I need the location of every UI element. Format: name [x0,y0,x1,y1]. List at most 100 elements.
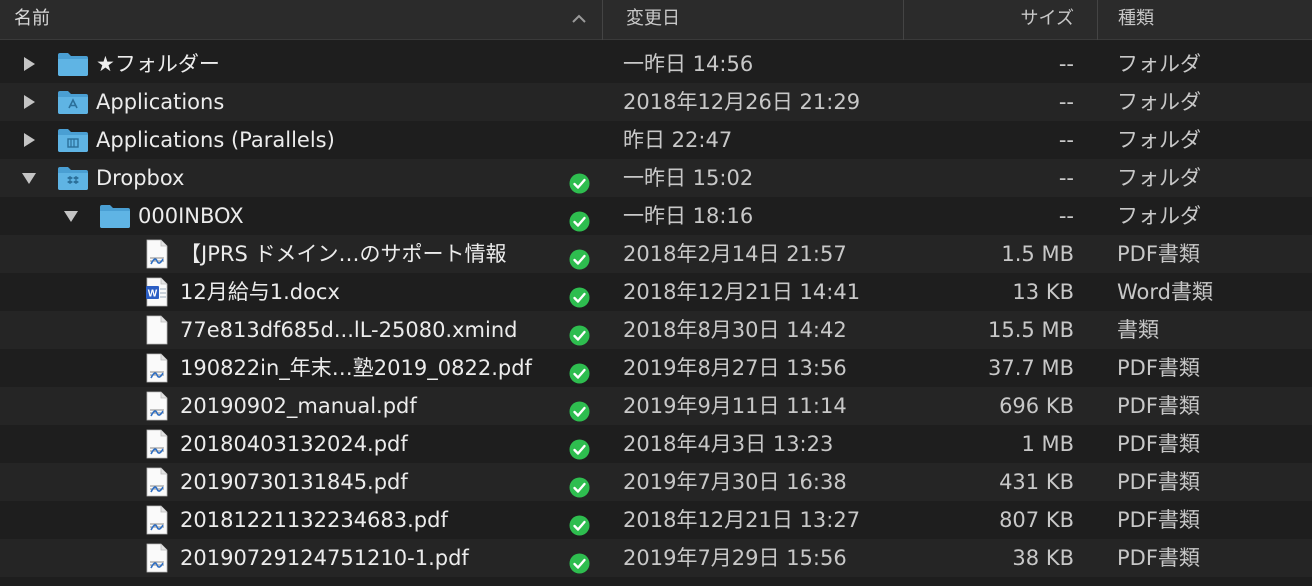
modified-date: 2019年9月11日 11:14 [623,394,847,418]
file-list-row[interactable]: Applications (Parallels) 昨日 22:47 -- フォルダ [0,121,1312,159]
column-header-size[interactable]: サイズ [928,0,1074,40]
file-list-row[interactable]: 20190730131845.pdf 2019年7月30日 16:38 431 KB… [0,463,1312,501]
pdf-document-icon [145,391,169,421]
blank-document-icon [145,315,169,345]
column-header-kind[interactable]: 種類 [1118,0,1154,40]
file-size: 807 KB [999,508,1074,532]
file-name[interactable]: 20190902_manual.pdf [180,387,417,425]
sync-complete-icon [569,434,590,460]
file-name[interactable]: ★フォルダー [96,45,220,83]
file-name[interactable]: 12月給与1.docx [180,273,340,311]
file-kind: PDF書類 [1117,242,1200,266]
modified-date: 昨日 22:47 [623,128,733,152]
file-size: -- [1058,204,1074,228]
modified-date: 一昨日 15:02 [623,166,754,190]
sync-complete-icon [569,244,590,270]
modified-date: 一昨日 18:16 [623,204,754,228]
file-list-row[interactable]: 20181221132234683.pdf 2018年12月21日 13:27 80… [0,501,1312,539]
sync-complete-icon [569,396,590,422]
folder-icon [57,51,89,77]
word-document-icon: W [145,277,169,307]
disclosure-expanded-icon[interactable] [62,197,80,235]
sort-ascending-icon[interactable] [570,10,588,28]
file-name[interactable]: 20181221132234683.pdf [180,501,448,539]
file-name[interactable]: 【JPRS ドメイン…のサポート情報 [180,235,506,273]
file-size: 1 MB [1021,432,1074,456]
file-name[interactable]: Applications (Parallels) [96,121,335,159]
file-kind: フォルダ [1117,128,1201,152]
column-divider[interactable] [1097,0,1098,40]
file-size: 38 KB [1012,546,1074,570]
modified-date: 2018年12月21日 13:27 [623,508,861,532]
file-kind: PDF書類 [1117,356,1200,380]
file-list-row[interactable]: Dropbox 一昨日 15:02 -- フォルダ [0,159,1312,197]
file-list-row[interactable]: 20180403132024.pdf 2018年4月3日 13:23 1 MB PDF… [0,425,1312,463]
modified-date: 2019年7月29日 15:56 [623,546,847,570]
file-size: 696 KB [999,394,1074,418]
file-name[interactable]: 000INBOX [138,197,244,235]
modified-date: 2018年12月26日 21:29 [623,90,861,114]
folder-icon [99,203,131,229]
sync-complete-icon [569,548,590,574]
sync-complete-icon [569,168,590,194]
modified-date: 2018年4月3日 13:23 [623,432,834,456]
sync-complete-icon [569,358,590,384]
file-name[interactable]: 190822in_年末…塾2019_0822.pdf [180,349,532,387]
file-kind: PDF書類 [1117,546,1200,570]
disclosure-collapsed-icon[interactable] [20,45,38,83]
sync-complete-icon [569,510,590,536]
file-list-row[interactable]: ★フォルダー 一昨日 14:56 -- フォルダ [0,45,1312,83]
column-header: 名前 変更日 サイズ 種類 [0,0,1312,40]
sync-complete-icon [569,282,590,308]
modified-date: 2019年7月30日 16:38 [623,470,847,494]
file-kind: フォルダ [1117,90,1201,114]
file-list-row[interactable]: W 12月給与1.docx 2018年12月21日 14:41 13 KB Word書類 [0,273,1312,311]
file-size: 1.5 MB [1001,242,1074,266]
file-size: 37.7 MB [988,356,1074,380]
column-divider[interactable] [903,0,904,40]
pdf-document-icon [145,239,169,269]
file-list-row[interactable]: 【JPRS ドメイン…のサポート情報 2018年2月14日 21:57 1.5 MB… [0,235,1312,273]
modified-date: 一昨日 14:56 [623,52,754,76]
file-name[interactable]: Dropbox [96,159,184,197]
parallels-folder-icon [57,127,89,153]
file-kind: フォルダ [1117,52,1201,76]
file-kind: フォルダ [1117,204,1201,228]
sync-complete-icon [569,320,590,346]
file-kind: PDF書類 [1117,508,1200,532]
file-size: -- [1058,52,1074,76]
applications-folder-icon [57,89,89,115]
column-divider[interactable] [602,0,603,40]
file-kind: PDF書類 [1117,432,1200,456]
file-kind: Word書類 [1117,280,1213,304]
file-kind: フォルダ [1117,166,1201,190]
file-name[interactable]: 20190729124751210-1.pdf [180,539,469,577]
file-name[interactable]: 77e813df685d...lL-25080.xmind [180,311,517,349]
column-header-date[interactable]: 変更日 [626,0,680,40]
file-size: 431 KB [999,470,1074,494]
file-name[interactable]: Applications [96,83,224,121]
file-list: ★フォルダー 一昨日 14:56 -- フォルダ Applications 2018年12… [0,45,1312,577]
sync-complete-icon [569,472,590,498]
file-size: 15.5 MB [988,318,1074,342]
pdf-document-icon [145,353,169,383]
file-list-row[interactable]: 20190729124751210-1.pdf 2019年7月29日 15:56 3… [0,539,1312,577]
disclosure-collapsed-icon[interactable] [20,83,38,121]
file-size: -- [1058,166,1074,190]
file-list-row[interactable]: 20190902_manual.pdf 2019年9月11日 11:14 696 K… [0,387,1312,425]
file-size: -- [1058,128,1074,152]
disclosure-expanded-icon[interactable] [20,159,38,197]
modified-date: 2018年8月30日 14:42 [623,318,847,342]
file-size: -- [1058,90,1074,114]
disclosure-collapsed-icon[interactable] [20,121,38,159]
file-list-row[interactable]: Applications 2018年12月26日 21:29 -- フォルダ [0,83,1312,121]
file-list-row[interactable]: 000INBOX 一昨日 18:16 -- フォルダ [0,197,1312,235]
file-name[interactable]: 20190730131845.pdf [180,463,408,501]
column-header-name[interactable]: 名前 [14,0,600,40]
pdf-document-icon [145,467,169,497]
modified-date: 2018年12月21日 14:41 [623,280,861,304]
dropbox-folder-icon [57,165,89,191]
file-name[interactable]: 20180403132024.pdf [180,425,408,463]
file-list-row[interactable]: 77e813df685d...lL-25080.xmind 2018年8月30日 … [0,311,1312,349]
file-list-row[interactable]: 190822in_年末…塾2019_0822.pdf 2019年8月27日 13:… [0,349,1312,387]
